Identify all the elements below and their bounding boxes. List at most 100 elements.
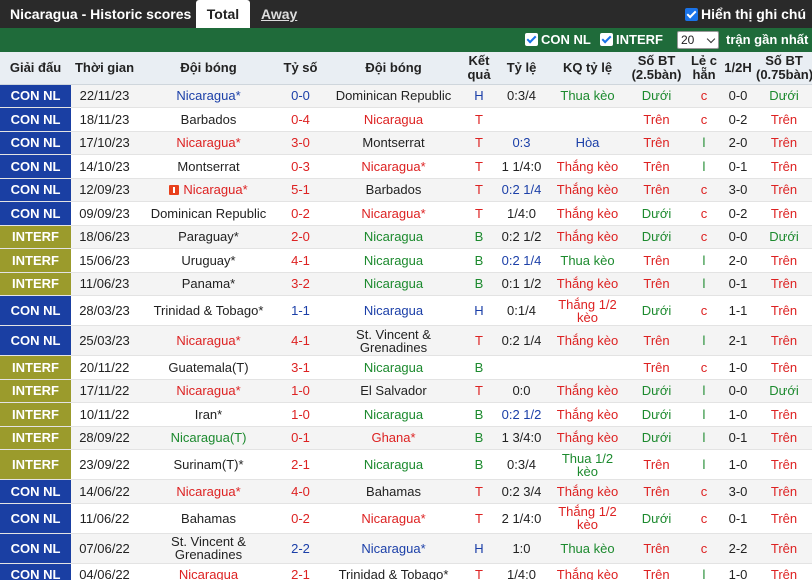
away-team-text: Nicaragua* bbox=[361, 540, 426, 556]
score-text: 0-2 bbox=[291, 205, 310, 221]
home-team[interactable]: Panama* bbox=[138, 272, 279, 296]
handicap-result: Thắng kèo bbox=[550, 563, 625, 580]
home-team[interactable]: Paraguay* bbox=[138, 225, 279, 249]
away-team[interactable]: Nicaragua bbox=[322, 248, 465, 273]
checkbox-icon[interactable] bbox=[525, 33, 538, 46]
match-date-text: 04/06/22 bbox=[79, 567, 130, 580]
over-under-text: Dưới bbox=[641, 303, 672, 318]
league-badge: CON NL bbox=[0, 325, 71, 356]
away-team[interactable]: Bahamas bbox=[322, 479, 465, 504]
score: 0-0 bbox=[279, 84, 322, 108]
away-team[interactable]: Ghana* bbox=[322, 426, 465, 450]
away-team[interactable]: Nicaragua bbox=[322, 449, 465, 480]
home-team-text: Nicaragua* bbox=[183, 182, 248, 198]
odd-even: c bbox=[688, 503, 720, 534]
over-under-text: Trên bbox=[643, 457, 670, 472]
over-under-text: Dưới bbox=[641, 205, 672, 221]
away-team-text: Nicaragua bbox=[363, 359, 424, 375]
away-team[interactable]: Nicaragua bbox=[322, 295, 465, 326]
checkbox-icon[interactable] bbox=[600, 33, 613, 46]
home-team[interactable]: Dominican Republic bbox=[138, 201, 279, 226]
handicap-odds-text: 1/4:0 bbox=[507, 205, 536, 221]
match-count-value: 20 bbox=[681, 33, 695, 47]
score-text: 2-0 bbox=[291, 229, 310, 245]
away-team[interactable]: Nicaragua bbox=[322, 225, 465, 249]
home-team[interactable]: Nicaragua* bbox=[138, 131, 279, 155]
league-badge-text: CON NL bbox=[10, 567, 61, 580]
result: T bbox=[465, 154, 493, 179]
result: B bbox=[465, 355, 493, 380]
home-team-text: Bahamas bbox=[181, 510, 236, 526]
home-team-text: Nicaragua* bbox=[176, 483, 241, 499]
half-time-score: 3-0 bbox=[720, 178, 756, 202]
home-team[interactable]: Nicaragua(T) bbox=[138, 426, 279, 450]
home-team[interactable]: Nicaragua* bbox=[138, 479, 279, 504]
away-team[interactable]: Nicaragua* bbox=[322, 503, 465, 534]
home-team[interactable]: Trinidad & Tobago* bbox=[138, 295, 279, 326]
match-date: 15/06/23 bbox=[71, 248, 138, 273]
home-team[interactable]: Nicaragua* bbox=[138, 325, 279, 356]
home-team[interactable]: Nicaragua* bbox=[138, 379, 279, 403]
home-team[interactable]: Bahamas bbox=[138, 503, 279, 534]
away-team[interactable]: Nicaragua bbox=[322, 402, 465, 427]
league-badge: CON NL bbox=[0, 533, 71, 564]
result: T bbox=[465, 131, 493, 155]
filter-con-nl[interactable]: CON NL bbox=[525, 28, 591, 52]
result-text: T bbox=[475, 483, 483, 499]
away-team[interactable]: Nicaragua bbox=[322, 355, 465, 380]
score: 4-1 bbox=[279, 248, 322, 273]
half-time-score-text: 1-0 bbox=[728, 457, 748, 472]
result: B bbox=[465, 449, 493, 480]
odd-even: l bbox=[688, 426, 720, 450]
home-team-text: Dominican Republic bbox=[150, 205, 267, 221]
away-team[interactable]: St. Vincent & Grenadines bbox=[322, 325, 465, 356]
filter-interf[interactable]: INTERF bbox=[600, 28, 663, 52]
half-time-score: 0-1 bbox=[720, 503, 756, 534]
handicap-result-text: Hòa bbox=[575, 135, 600, 151]
handicap-result: Thắng 1/2 kèo bbox=[550, 295, 625, 326]
result-text: H bbox=[474, 88, 484, 104]
away-team[interactable]: Trinidad & Tobago* bbox=[322, 563, 465, 580]
home-team[interactable]: Guatemala(T) bbox=[138, 355, 279, 380]
away-team[interactable]: Dominican Republic bbox=[322, 84, 465, 108]
half-time-score: 0-1 bbox=[720, 154, 756, 179]
away-team[interactable]: Barbados bbox=[322, 178, 465, 202]
match-date-text: 18/06/23 bbox=[79, 229, 130, 245]
score: 0-2 bbox=[279, 201, 322, 226]
home-team[interactable]: St. Vincent & Grenadines bbox=[138, 533, 279, 564]
over-under-075-text: Trên bbox=[770, 483, 798, 499]
column-header: 1/2H bbox=[720, 52, 756, 85]
home-team[interactable]: Nicaragua* bbox=[138, 84, 279, 108]
away-team[interactable]: Nicaragua* bbox=[322, 154, 465, 179]
column-header: Giải đấu bbox=[0, 52, 71, 85]
away-team[interactable]: Nicaragua* bbox=[322, 533, 465, 564]
over-under-075-text: Trên bbox=[770, 540, 798, 556]
home-team[interactable]: Surinam(T)* bbox=[138, 449, 279, 480]
handicap-odds-text: 1 1/4:0 bbox=[501, 158, 542, 174]
show-notes-toggle[interactable]: Hiển thị ghi chú bbox=[685, 0, 806, 28]
checkbox-icon[interactable] bbox=[685, 8, 698, 21]
away-team-text: Nicaragua bbox=[363, 276, 424, 292]
away-team[interactable]: El Salvador bbox=[322, 379, 465, 403]
away-team[interactable]: Nicaragua bbox=[322, 272, 465, 296]
away-team[interactable]: Montserrat bbox=[322, 131, 465, 155]
home-team[interactable]: Nicaragua* bbox=[138, 178, 279, 202]
home-team-text: St. Vincent & Grenadines bbox=[171, 534, 246, 562]
away-team-text: St. Vincent & Grenadines bbox=[356, 326, 431, 355]
handicap-odds: 0:3/4 bbox=[493, 449, 550, 480]
home-team[interactable]: Montserrat bbox=[138, 154, 279, 179]
odd-even-text: c bbox=[700, 540, 708, 556]
home-team[interactable]: Barbados bbox=[138, 107, 279, 132]
away-team[interactable]: Nicaragua* bbox=[322, 201, 465, 226]
handicap-result: Hòa bbox=[550, 131, 625, 155]
match-count-select[interactable]: 20 bbox=[677, 31, 719, 49]
match-date: 18/11/23 bbox=[71, 107, 138, 132]
odd-even: l bbox=[688, 154, 720, 179]
away-team[interactable]: Nicaragua bbox=[322, 107, 465, 132]
half-time-score: 0-0 bbox=[720, 84, 756, 108]
home-team[interactable]: Nicaragua bbox=[138, 563, 279, 580]
home-team[interactable]: Uruguay* bbox=[138, 248, 279, 273]
tab-away[interactable]: Away bbox=[261, 0, 297, 28]
tab-total[interactable]: Total bbox=[196, 0, 250, 28]
home-team[interactable]: Iran* bbox=[138, 402, 279, 427]
